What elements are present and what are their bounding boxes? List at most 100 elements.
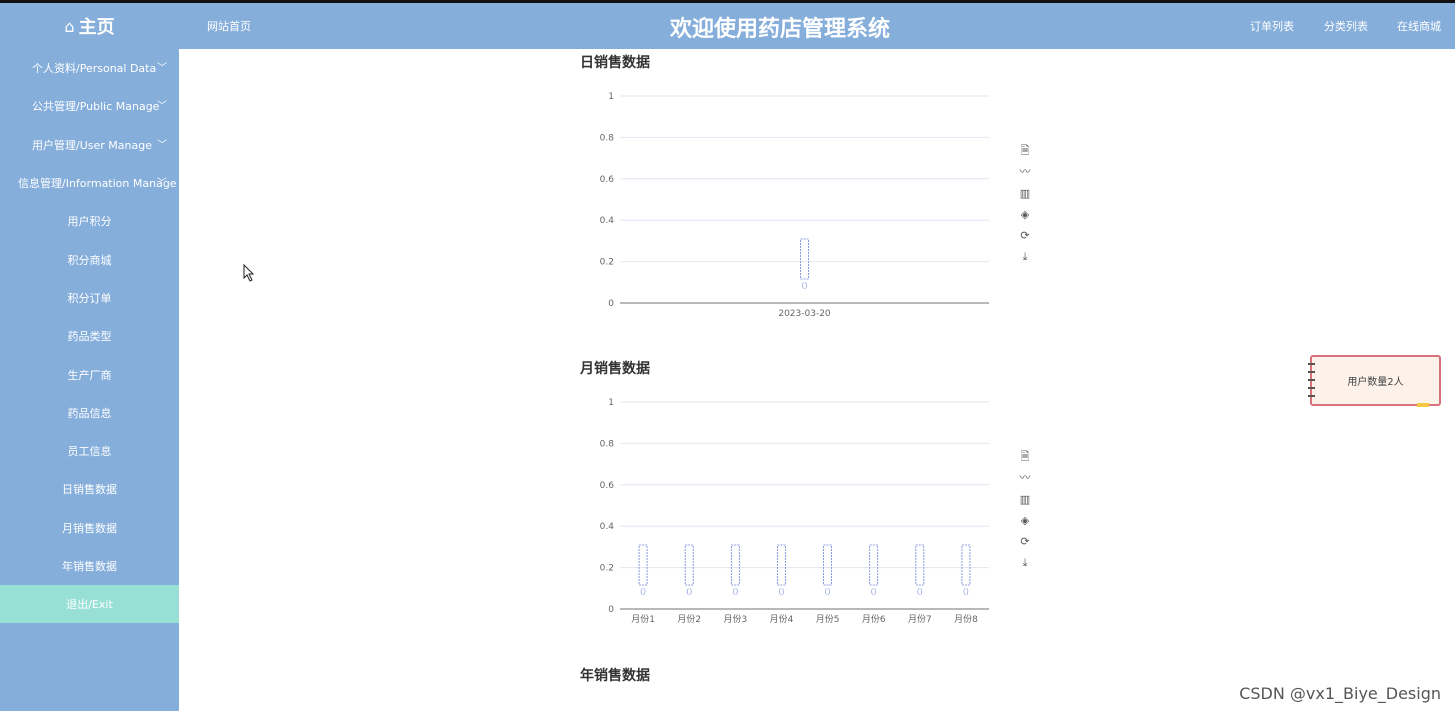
- x-tick-label: 月份4: [770, 613, 794, 625]
- daily-sales-chart: 0 0.2 0.4 0.6 0.8 1 2023-03-20 0: [600, 92, 989, 319]
- y-tick-label: 0: [608, 605, 614, 615]
- sidebar-item-user-points[interactable]: 用户积分: [0, 202, 179, 240]
- line-chart-icon[interactable]: 〰: [1017, 467, 1033, 488]
- brand-label: 主页: [78, 17, 115, 38]
- chevron-down-icon: ﹀: [157, 139, 167, 151]
- nav-online-store[interactable]: 在线商城: [1397, 18, 1441, 34]
- data-label: 0: [778, 587, 784, 598]
- restore-icon[interactable]: ⟳: [1017, 225, 1033, 246]
- monthly-sales-chart: 0 0.2 0.4 0.6 0.8 1 月份1 0 月份2 0 月份3 0 月份4 0 月份5 0 月份6 0 月份…: [600, 398, 989, 625]
- chevron-down-icon: ﹀: [157, 101, 167, 113]
- stack-icon[interactable]: ◈: [1017, 204, 1033, 225]
- data-label: 0: [963, 587, 969, 598]
- rotated-series-label: [730, 544, 740, 586]
- x-tick-label: 月份3: [723, 613, 747, 625]
- data-label: 0: [640, 587, 646, 598]
- data-label: 0: [732, 587, 738, 598]
- x-tick-label: 月份2: [677, 613, 701, 625]
- x-tick-label: 月份5: [816, 613, 840, 625]
- home-icon: ⌂: [64, 16, 75, 36]
- sidebar-item-drug-info[interactable]: 药品信息: [0, 394, 179, 432]
- x-tick-label: 月份6: [862, 613, 886, 625]
- chevron-down-icon: ﹀: [157, 177, 167, 189]
- tag-ribbon: [1417, 403, 1429, 407]
- y-tick-label: 1: [608, 398, 614, 408]
- sidebar-item-label: 个人资料/Personal Data: [32, 62, 157, 76]
- sidebar-item-manufacturers[interactable]: 生产厂商: [0, 355, 179, 393]
- nav-category-list[interactable]: 分类列表: [1324, 18, 1368, 34]
- user-count-text: 用户数量2人: [1347, 377, 1404, 388]
- rotated-series-label: [869, 544, 879, 586]
- nav-order-list[interactable]: 订单列表: [1250, 18, 1294, 34]
- rotated-series-label: [961, 544, 971, 586]
- rotated-series-label: [823, 544, 832, 586]
- header: ⌂ 主页 网站首页 欢迎使用药店管理系统 订单列表 分类列表 在线商城: [0, 3, 1455, 49]
- sidebar-group-public-manage[interactable]: 公共管理/Public Manage ﹀: [0, 87, 179, 125]
- data-label: 0: [801, 281, 807, 292]
- sidebar-item-drug-types[interactable]: 药品类型: [0, 317, 179, 355]
- page-title: 欢迎使用药店管理系统: [669, 17, 890, 42]
- line-chart-icon[interactable]: 〰: [1017, 161, 1033, 182]
- monthly-sales-title: 月销售数据: [580, 361, 650, 377]
- stack-icon[interactable]: ◈: [1017, 510, 1033, 531]
- sidebar-item-daily-sales[interactable]: 日销售数据: [0, 470, 179, 508]
- mouse-cursor-icon: [243, 264, 255, 282]
- rotated-series-label: [777, 544, 786, 586]
- y-tick-label: 0.2: [600, 564, 614, 574]
- data-label: 0: [686, 587, 692, 598]
- data-label: 0: [824, 587, 830, 598]
- y-tick-label: 1: [608, 92, 614, 102]
- sidebar-item-label: 用户管理/User Manage: [32, 138, 152, 152]
- y-tick-label: 0.6: [600, 175, 615, 185]
- bar-chart-icon[interactable]: ▥: [1017, 183, 1033, 204]
- y-tick-label: 0.4: [600, 216, 615, 226]
- sidebar-group-personal-data[interactable]: 个人资料/Personal Data ﹀: [0, 49, 179, 87]
- rotated-series-label: [684, 544, 694, 586]
- x-tick-label: 月份7: [908, 613, 932, 625]
- daily-sales-title: 日销售数据: [580, 55, 650, 71]
- monthly-chart-toolbox: 🗎 〰 ▥ ◈ ⟳ ⤓: [1017, 446, 1033, 574]
- rotated-series-label: [800, 238, 809, 280]
- sidebar-item-staff-info[interactable]: 员工信息: [0, 432, 179, 470]
- binder-ring: [1308, 379, 1315, 381]
- binder-ring: [1308, 363, 1315, 365]
- data-view-icon[interactable]: 🗎: [1017, 446, 1033, 467]
- bar-chart-icon[interactable]: ▥: [1017, 489, 1033, 510]
- sidebar-item-points-orders[interactable]: 积分订单: [0, 279, 179, 317]
- daily-chart-toolbox: 🗎 〰 ▥ ◈ ⟳ ⤓: [1017, 140, 1033, 268]
- user-count-widget[interactable]: 用户数量2人: [1308, 355, 1441, 407]
- sidebar-item-exit[interactable]: 退出/Exit: [0, 585, 179, 624]
- yearly-sales-title: 年销售数据: [580, 668, 650, 684]
- download-icon[interactable]: ⤓: [1017, 552, 1033, 573]
- download-icon[interactable]: ⤓: [1017, 246, 1033, 267]
- nav-website-home[interactable]: 网站首页: [207, 18, 251, 34]
- sidebar-item-monthly-sales[interactable]: 月销售数据: [0, 509, 179, 547]
- y-tick-label: 0.4: [600, 522, 615, 532]
- data-view-icon[interactable]: 🗎: [1017, 140, 1033, 161]
- sidebar-group-information-manage[interactable]: 信息管理/Information Manage ﹀: [0, 164, 179, 202]
- main-content: 日销售数据 0 0.2 0.4 0.6 0.8 1 2023-03-20 0 🗎 〰 ▥ ◈ …: [179, 49, 1455, 711]
- chevron-down-icon: ﹀: [157, 63, 167, 74]
- x-tick-label: 月份8: [954, 613, 978, 625]
- sidebar-item-label: 信息管理/Information Manage: [18, 177, 177, 191]
- data-label: 0: [917, 587, 923, 598]
- rotated-series-label: [638, 544, 648, 586]
- sidebar: 个人资料/Personal Data ﹀ 公共管理/Public Manage …: [0, 49, 179, 711]
- y-tick-label: 0.2: [600, 258, 614, 268]
- watermark: CSDN @vx1_Biye_Design: [1239, 684, 1441, 703]
- x-tick-label: 2023-03-20: [778, 309, 831, 319]
- y-tick-label: 0: [608, 299, 614, 309]
- y-tick-label: 0.8: [600, 133, 615, 143]
- sidebar-group-user-manage[interactable]: 用户管理/User Manage ﹀: [0, 126, 179, 164]
- rotated-series-label: [915, 544, 925, 586]
- x-tick-label: 月份1: [631, 613, 655, 625]
- y-tick-label: 0.8: [600, 439, 615, 449]
- brand-home[interactable]: ⌂ 主页: [0, 3, 179, 49]
- binder-ring: [1308, 395, 1315, 397]
- sidebar-item-points-mall[interactable]: 积分商城: [0, 240, 179, 278]
- data-label: 0: [871, 587, 877, 598]
- y-tick-label: 0.6: [600, 481, 615, 491]
- restore-icon[interactable]: ⟳: [1017, 531, 1033, 552]
- sidebar-item-label: 公共管理/Public Manage: [32, 100, 160, 114]
- sidebar-item-yearly-sales[interactable]: 年销售数据: [0, 547, 179, 585]
